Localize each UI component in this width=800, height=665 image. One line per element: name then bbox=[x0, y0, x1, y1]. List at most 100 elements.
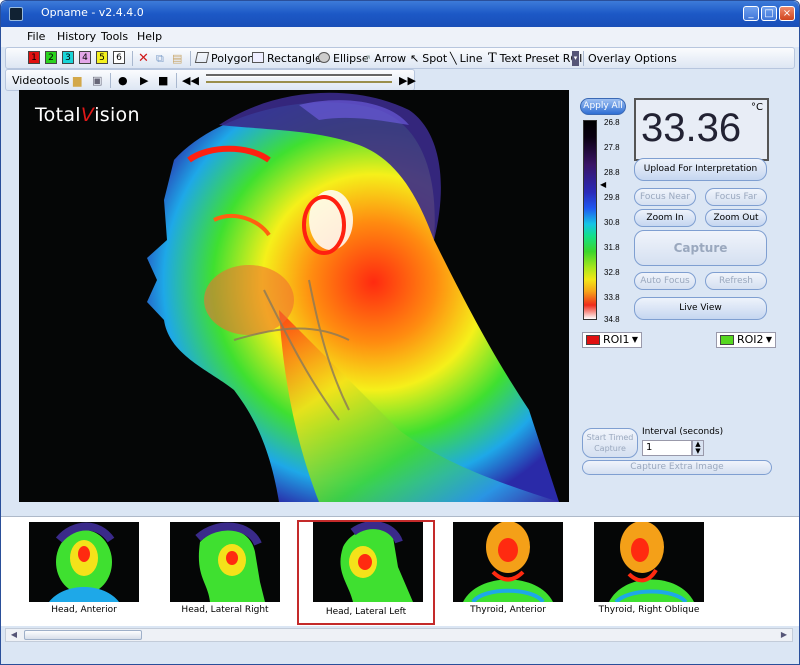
roi-5-swatch[interactable]: 5 bbox=[96, 51, 108, 64]
polygon-icon bbox=[194, 52, 210, 63]
thumbnail-thyroid-right-oblique[interactable] bbox=[594, 522, 704, 602]
roi2-select[interactable]: ROI2 ▼ bbox=[716, 332, 776, 348]
roi1-select[interactable]: ROI1 ▼ bbox=[582, 332, 642, 348]
thumbnail-label: Head, Lateral Right bbox=[181, 605, 269, 615]
play-icon[interactable]: ▶ bbox=[140, 73, 148, 88]
annotation-toolbar: 1 2 3 4 5 6 ✕ ⧉ ▤ Polygon Rectangle Elli… bbox=[5, 47, 795, 69]
interval-stepper[interactable]: ▲ ▼ bbox=[692, 440, 704, 456]
fast-forward-icon[interactable]: ▶▶ bbox=[399, 73, 416, 88]
paste-icon[interactable]: ▤ bbox=[172, 51, 182, 66]
spot-tool[interactable]: ↖ Spot bbox=[410, 51, 447, 66]
menu-history[interactable]: History bbox=[57, 30, 96, 43]
stop-icon[interactable]: ■ bbox=[158, 73, 168, 88]
save-icon[interactable]: ▣ bbox=[92, 73, 102, 88]
upload-interpretation-button[interactable]: Upload For Interpretation bbox=[634, 158, 767, 181]
scale-tick: 30.8 bbox=[604, 218, 620, 227]
arrow-tool[interactable]: ↗ Arrow bbox=[362, 51, 406, 66]
separator bbox=[110, 73, 111, 88]
folder-icon[interactable]: ▆ bbox=[73, 73, 81, 88]
refresh-button[interactable]: Refresh bbox=[705, 272, 767, 290]
roi-6-swatch[interactable]: 6 bbox=[113, 51, 125, 64]
menu-file[interactable]: File bbox=[27, 30, 45, 43]
thumbnail-head-lateral-right[interactable] bbox=[170, 522, 280, 602]
focus-far-button[interactable]: Focus Far bbox=[705, 188, 767, 206]
temperature-value: 33.36 bbox=[641, 106, 742, 150]
delete-icon[interactable]: ✕ bbox=[138, 51, 149, 66]
apply-all-button[interactable]: Apply All bbox=[580, 98, 626, 115]
thumbnail-label: Head, Anterior bbox=[51, 605, 117, 615]
copy-icon[interactable]: ⧉ bbox=[156, 51, 164, 66]
zoom-in-button[interactable]: Zoom In bbox=[634, 209, 696, 227]
title-bar: Opname - v2.4.4.0 _ □ × bbox=[1, 1, 799, 27]
thumbnail-strip: Head, Anterior Head, Lateral Right Head,… bbox=[1, 516, 799, 626]
overlay-options-button[interactable]: Overlay Options bbox=[588, 51, 677, 66]
scale-pointer-icon: ◀ bbox=[600, 180, 607, 189]
rewind-icon[interactable]: ◀◀ bbox=[182, 73, 199, 88]
app-window: Opname - v2.4.4.0 _ □ × File History Too… bbox=[0, 0, 800, 665]
roi-2-swatch[interactable]: 2 bbox=[45, 51, 57, 64]
line-icon: ╲ bbox=[450, 52, 457, 65]
separator bbox=[583, 51, 584, 66]
capture-extra-image-button[interactable]: Capture Extra Image bbox=[582, 460, 772, 475]
scale-tick: 27.8 bbox=[604, 143, 620, 152]
record-icon[interactable]: ● bbox=[118, 73, 128, 88]
roi1-label: ROI1 bbox=[603, 333, 630, 346]
roi-4-swatch[interactable]: 4 bbox=[79, 51, 91, 64]
thumbnail-head-lateral-left[interactable] bbox=[313, 522, 423, 602]
interval-input[interactable]: 1 bbox=[642, 440, 692, 456]
thumbnail-thyroid-anterior[interactable] bbox=[453, 522, 563, 602]
roi-1-swatch[interactable]: 1 bbox=[28, 51, 40, 64]
scale-tick: 33.8 bbox=[604, 293, 620, 302]
capture-button[interactable]: Capture bbox=[634, 230, 767, 266]
arrow-icon: ↗ bbox=[362, 52, 372, 65]
auto-focus-button[interactable]: Auto Focus bbox=[634, 272, 696, 290]
control-panel: Apply All 33.36 °C 26.8 27.8 28.8 29.8 3… bbox=[576, 90, 791, 490]
temperature-unit: °C bbox=[751, 102, 763, 113]
video-toolbar: Videotools ▆ ▣ ● ▶ ■ ◀◀ ▶▶ bbox=[5, 69, 416, 91]
focus-near-button[interactable]: Focus Near bbox=[634, 188, 696, 206]
thumbnail-label: Thyroid, Anterior bbox=[470, 605, 546, 615]
text-icon: T bbox=[488, 51, 497, 66]
totalvision-logo: TotalVision bbox=[35, 104, 140, 126]
minimize-button[interactable]: _ bbox=[743, 6, 759, 21]
scroll-right-icon[interactable]: ▶ bbox=[777, 629, 791, 641]
thumbnail-image bbox=[609, 522, 694, 602]
preset-roi-dropdown[interactable]: ▾ bbox=[572, 51, 579, 66]
start-timed-label-2: Capture bbox=[594, 444, 626, 453]
videotools-label: Videotools bbox=[12, 74, 70, 87]
zoom-out-button[interactable]: Zoom Out bbox=[705, 209, 767, 227]
thermal-head-image bbox=[147, 92, 559, 502]
thumbnail-head-anterior[interactable] bbox=[29, 522, 139, 602]
chevron-down-icon: ▼ bbox=[631, 335, 638, 344]
ellipse-icon bbox=[318, 52, 330, 63]
rectangle-tool[interactable]: Rectangle bbox=[252, 51, 322, 66]
thumbnail-image bbox=[49, 522, 119, 602]
video-progress-rail bbox=[206, 81, 392, 83]
thermal-image-view[interactable]: TotalVision bbox=[19, 90, 569, 502]
thumbnail-label: Thyroid, Right Oblique bbox=[598, 605, 700, 615]
app-icon bbox=[9, 7, 23, 21]
separator bbox=[132, 51, 133, 66]
roi2-label: ROI2 bbox=[737, 333, 764, 346]
line-tool[interactable]: ╲ Line bbox=[450, 51, 483, 66]
horizontal-scrollbar[interactable]: ◀ ▶ bbox=[5, 628, 793, 642]
roi-3-swatch[interactable]: 3 bbox=[62, 51, 74, 64]
scrollbar-thumb[interactable] bbox=[24, 630, 142, 640]
live-view-button[interactable]: Live View bbox=[634, 297, 767, 320]
menu-tools[interactable]: Tools bbox=[101, 30, 128, 43]
maximize-button[interactable]: □ bbox=[761, 6, 777, 21]
start-timed-capture-button[interactable]: Start Timed Capture bbox=[582, 428, 638, 458]
video-seek-track[interactable] bbox=[206, 74, 392, 77]
scale-tick: 26.8 bbox=[604, 118, 620, 127]
scale-tick: 29.8 bbox=[604, 193, 620, 202]
polygon-tool[interactable]: Polygon bbox=[194, 51, 254, 66]
thumbnail-label: Head, Lateral Left bbox=[325, 607, 407, 617]
interval-label: Interval (seconds) bbox=[642, 427, 724, 437]
rectangle-icon bbox=[252, 52, 264, 63]
thumbnail-image bbox=[195, 522, 265, 602]
scroll-left-icon[interactable]: ◀ bbox=[7, 629, 21, 641]
close-button[interactable]: × bbox=[779, 6, 795, 21]
roi2-color-swatch bbox=[720, 335, 734, 345]
text-tool[interactable]: T Text bbox=[488, 51, 522, 66]
menu-help[interactable]: Help bbox=[137, 30, 162, 43]
